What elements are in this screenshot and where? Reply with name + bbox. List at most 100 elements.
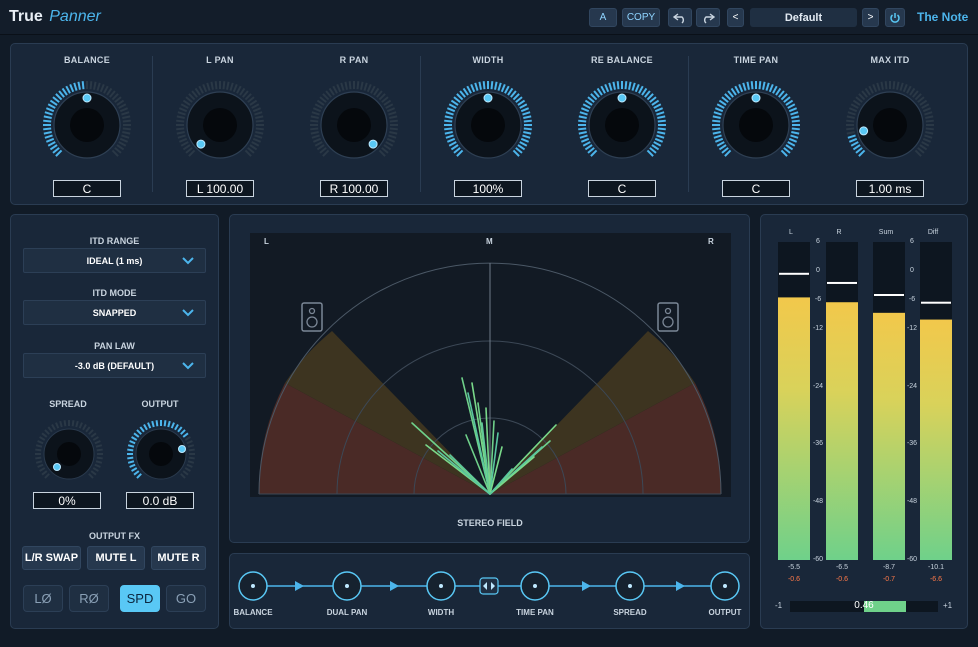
meter-scale-tick: -36 (812, 440, 824, 448)
knob-dial[interactable] (173, 78, 267, 172)
correlation-min: -1 (775, 601, 783, 610)
ab-toggle-button[interactable]: A (589, 8, 617, 27)
meter-scale-tick: -60 (906, 556, 918, 563)
chain-label: DUAL PAN (326, 608, 368, 617)
spread-value[interactable]: 0% (33, 492, 101, 509)
knob-label: RE BALANCE (590, 55, 653, 65)
knob-dial[interactable] (441, 78, 535, 172)
top-bar: True Panner A COPY < Default > The Note (0, 0, 978, 35)
knob-pointer (751, 93, 761, 103)
spd-button[interactable]: SPD (120, 585, 160, 612)
knob-pointer (859, 126, 869, 136)
meter-peak-value: -0.7 (882, 576, 896, 583)
level-meter (873, 242, 905, 560)
output-label: OUTPUT (141, 399, 179, 409)
meter-scale-tick: -48 (906, 498, 918, 506)
meter-scale-tick: -24 (906, 382, 918, 390)
meter-rms-value: -10.1 (928, 564, 944, 571)
knob-dial[interactable] (307, 78, 401, 172)
chain-label: TIME PAN (516, 608, 554, 617)
pan-law-value: -3.0 dB (DEFAULT) (74, 360, 155, 371)
chain-label: SPREAD (613, 608, 647, 617)
knob-pointer (368, 139, 378, 149)
knob-r-pan: R PAN R 100.00 (287, 44, 421, 204)
meter-scale-tick: -6 (908, 295, 916, 303)
bypass-button[interactable] (885, 8, 905, 27)
meter-label: L (789, 229, 793, 236)
mute-r-button[interactable]: MUTE R (151, 546, 206, 570)
chain-label: BALANCE (233, 608, 273, 617)
itd-mode-label: ITD MODE (92, 288, 137, 298)
knob-label: R PAN (339, 55, 369, 65)
meter-peak-value: -6.6 (929, 576, 943, 583)
meter-rms-value: -6.5 (835, 564, 849, 571)
level-meter (826, 242, 858, 560)
meter-label: Diff (927, 229, 939, 236)
knob-value-field[interactable]: C (53, 180, 121, 197)
correlation-value: 0.46 (854, 600, 874, 611)
knob-dial[interactable] (843, 78, 937, 172)
mute-l-button[interactable]: MUTE L (87, 546, 145, 570)
swap-order-icon (479, 577, 499, 595)
knob-pointer (617, 93, 627, 103)
meter-peak-value: -0.6 (835, 576, 849, 583)
meter-rms-value: -5.5 (787, 564, 801, 571)
company-name: The Note (917, 10, 969, 24)
meter-scale-tick: 0 (910, 266, 914, 274)
meter-scale-tick: -48 (812, 498, 824, 506)
copy-button[interactable]: COPY (622, 8, 660, 27)
pan-law-label: PAN LAW (94, 341, 135, 351)
knob-label: MAX ITD (870, 55, 910, 65)
undo-button[interactable] (668, 8, 692, 27)
output-knob[interactable] (125, 418, 197, 490)
level-meter (920, 242, 952, 560)
meter-scale-tick: -24 (812, 382, 824, 390)
field-right-label: R (708, 237, 714, 246)
itd-mode-dropdown[interactable]: SNAPPED (23, 300, 206, 325)
output-value[interactable]: 0.0 dB (126, 492, 194, 509)
knob-dial[interactable] (40, 78, 134, 172)
correlation-max: +1 (943, 601, 953, 610)
preset-next-button[interactable]: > (862, 8, 879, 27)
level-meter (778, 242, 810, 560)
redo-icon (704, 12, 715, 24)
meter-scale-tick: -12 (812, 324, 824, 332)
spread-knob[interactable] (33, 418, 105, 490)
undo-icon (673, 12, 684, 24)
knob-max-itd: MAX ITD 1.00 ms (823, 44, 957, 204)
knob-value-field[interactable]: R 100.00 (320, 180, 388, 197)
knob-label: L PAN (206, 55, 234, 65)
knob-pointer (483, 93, 493, 103)
knob-time-pan: TIME PAN C (689, 44, 823, 204)
knob-value-field[interactable]: 1.00 ms (856, 180, 924, 197)
knob-value-field[interactable]: C (588, 180, 656, 197)
knob-label: TIME PAN (733, 55, 779, 65)
chevron-down-icon (182, 309, 194, 317)
knob-dial[interactable] (575, 78, 669, 172)
meter-scale-tick: -36 (906, 440, 918, 448)
preset-prev-button[interactable]: < (727, 8, 744, 27)
knob-pointer (82, 93, 92, 103)
knob-label: BALANCE (63, 55, 111, 65)
knob-re-balance: RE BALANCE C (555, 44, 689, 204)
meter-peak-value: -0.6 (787, 576, 801, 583)
redo-button[interactable] (696, 8, 720, 27)
preset-selector[interactable]: Default (750, 8, 857, 27)
stereo-field-display (250, 233, 731, 497)
meter-scale-tick: 6 (816, 238, 820, 245)
field-left-label: L (264, 237, 269, 246)
lr-swap-button[interactable]: L/R SWAP (22, 546, 81, 570)
itd-mode-value: SNAPPED (92, 307, 137, 318)
chevron-down-icon (182, 257, 194, 265)
pan-law-dropdown[interactable]: -3.0 dB (DEFAULT) (23, 353, 206, 378)
knob-value-field[interactable]: 100% (454, 180, 522, 197)
knob-dial[interactable] (709, 78, 803, 172)
left-phase-button[interactable]: LØ (23, 585, 63, 612)
go-button[interactable]: GO (166, 585, 206, 612)
right-phase-button[interactable]: RØ (69, 585, 109, 612)
itd-range-dropdown[interactable]: IDEAL (1 ms) (23, 248, 206, 273)
meter-label: Sum (878, 229, 894, 236)
spread-label: SPREAD (49, 399, 87, 409)
knob-value-field[interactable]: L 100.00 (186, 180, 254, 197)
knob-value-field[interactable]: C (722, 180, 790, 197)
